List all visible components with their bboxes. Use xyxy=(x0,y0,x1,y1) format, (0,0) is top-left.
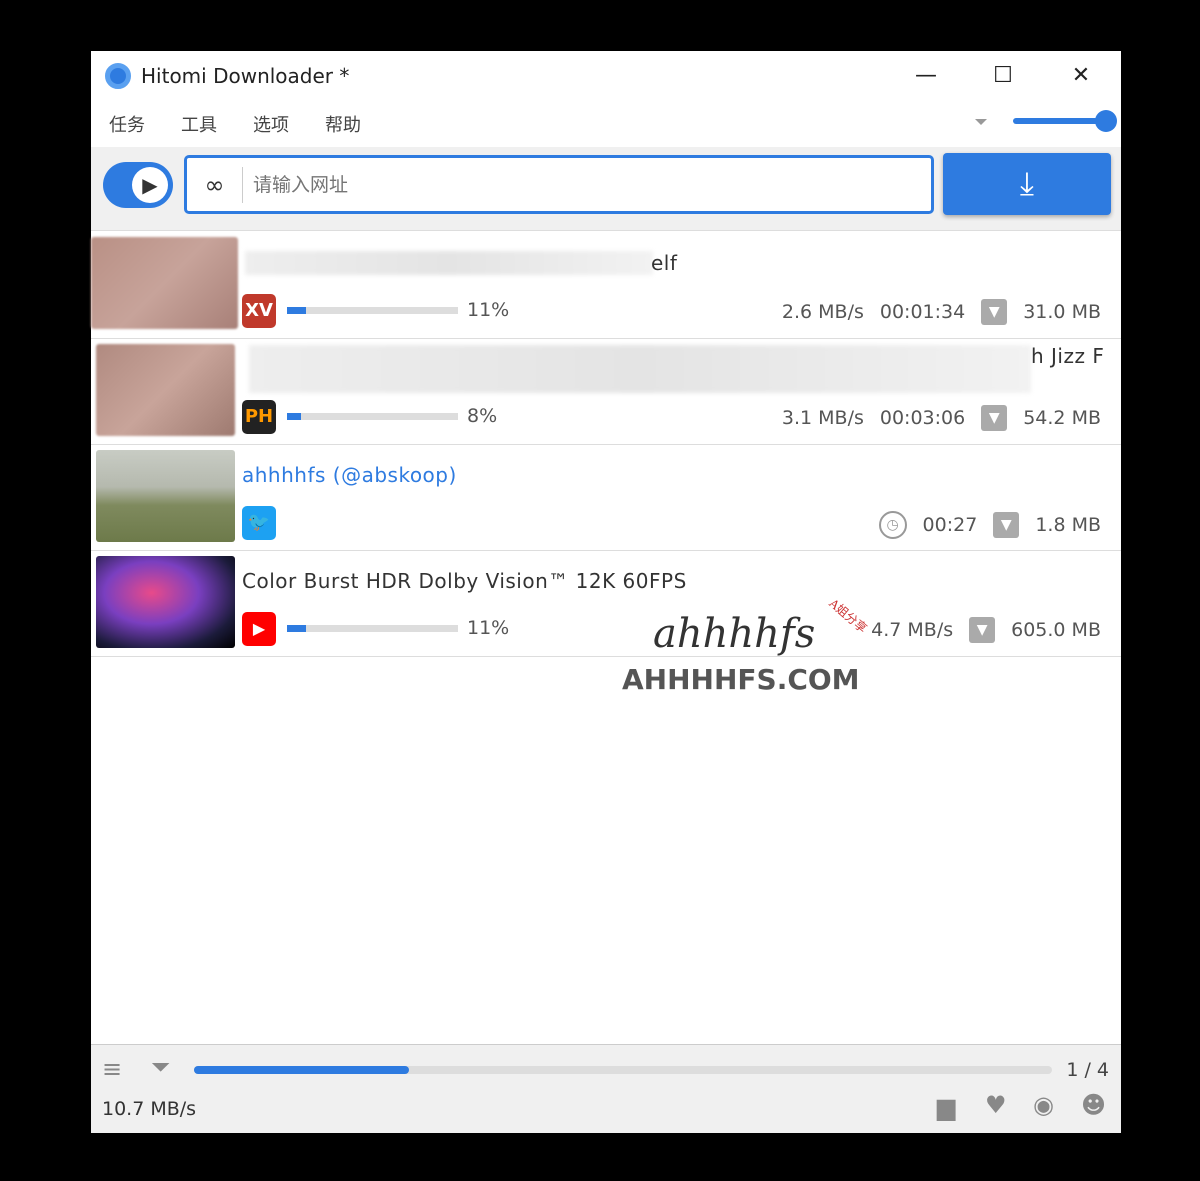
filter-icon[interactable]: ⏷ xyxy=(151,1053,170,1081)
task-row[interactable]: Color Burst HDR Dolby Vision™ 12K 60FPS … xyxy=(91,551,1121,657)
speed: 2.6 MB/s xyxy=(781,301,864,323)
menu-help[interactable]: 帮助 xyxy=(325,111,361,137)
size: 54.2 MB xyxy=(1023,407,1101,429)
task-title: Color Burst HDR Dolby Vision™ 12K 60FPS xyxy=(242,569,687,593)
app-window: Hitomi Downloader * — ☐ ✕ 任务 工具 选项 帮助 ▶ … xyxy=(91,51,1121,1133)
pornhub-icon: PH xyxy=(242,400,276,434)
eta: 00:27 xyxy=(922,514,978,536)
task-title: elf xyxy=(651,251,678,275)
menu-task[interactable]: 任务 xyxy=(109,111,145,137)
title-bar: Hitomi Downloader * — ☐ ✕ xyxy=(91,51,1121,101)
close-button[interactable]: ✕ xyxy=(1061,61,1101,91)
progress-label: 11% xyxy=(467,299,510,321)
total-speed: 10.7 MB/s xyxy=(102,1098,197,1120)
play-toggle[interactable]: ▶ xyxy=(103,162,173,208)
youtube-icon: ▶ xyxy=(242,612,276,646)
window-title: Hitomi Downloader * xyxy=(141,64,350,88)
discord-icon[interactable]: ☻ xyxy=(1081,1091,1106,1119)
size: 1.8 MB xyxy=(1035,514,1101,536)
thumbnail xyxy=(91,237,238,329)
url-input[interactable] xyxy=(253,173,853,196)
task-title[interactable]: ahhhhfs (@abskoop) xyxy=(242,463,457,487)
thumbnail xyxy=(96,450,235,542)
speed: 4.7 MB/s xyxy=(871,619,954,641)
status-bar: ≡ ⏷ 1 / 4 10.7 MB/s ▆ ♥ ◉ ☻ xyxy=(91,1044,1121,1133)
app-logo-icon xyxy=(105,63,131,89)
progress-label: 11% xyxy=(467,617,510,639)
menu-options[interactable]: 选项 xyxy=(253,111,289,137)
heart-icon[interactable]: ♥ xyxy=(985,1091,1007,1119)
menu-tools[interactable]: 工具 xyxy=(181,111,217,137)
play-icon: ▶ xyxy=(132,167,168,203)
toolbar: ▶ ∞ ⤓ xyxy=(91,147,1121,231)
link-icon: ∞ xyxy=(187,166,243,203)
eta: 00:01:34 xyxy=(879,301,966,323)
overall-progress-bar xyxy=(194,1066,1052,1074)
menu-bar: 任务 工具 选项 帮助 xyxy=(91,101,1121,147)
minimize-button[interactable]: — xyxy=(906,61,946,91)
disk-icon: ▼ xyxy=(993,512,1020,538)
blurred-title xyxy=(249,345,1031,393)
disk-icon: ▼ xyxy=(969,617,996,643)
progress-bar xyxy=(287,625,458,632)
speed: 3.1 MB/s xyxy=(781,407,864,429)
eta: 00:03:06 xyxy=(879,407,966,429)
url-field[interactable]: ∞ xyxy=(184,155,934,214)
task-title: h Jizz F xyxy=(1031,344,1105,368)
disk-icon: ▼ xyxy=(981,405,1008,431)
watermark-logo: ahhhhfs xyxy=(653,611,816,657)
progress-bar xyxy=(287,307,458,314)
watermark-site: AHHHHFS.COM xyxy=(622,663,860,696)
folder-icon[interactable]: ▆ xyxy=(937,1093,955,1121)
twitter-icon: 🐦 xyxy=(242,506,276,540)
volume-slider[interactable] xyxy=(1013,110,1117,132)
task-row[interactable]: ahhhhfs (@abskoop) 🐦 ◷ 00:27 ▼ 1.8 MB xyxy=(91,445,1121,551)
size: 605.0 MB xyxy=(1011,619,1101,641)
progress-bar xyxy=(287,413,458,420)
task-row[interactable]: elf XV 11% 2.6 MB/s 00:01:34 ▼ 31.0 MB xyxy=(91,233,1121,339)
blurred-title xyxy=(245,251,653,275)
dropdown-arrow-icon[interactable] xyxy=(975,119,987,125)
disk-icon: ▼ xyxy=(981,299,1008,325)
task-row[interactable]: h Jizz F PH 8% 3.1 MB/s 00:03:06 ▼ 54.2 MB xyxy=(91,339,1121,445)
task-count: 1 / 4 xyxy=(1066,1059,1109,1081)
size: 31.0 MB xyxy=(1023,301,1101,323)
sort-icon[interactable]: ≡ xyxy=(102,1055,122,1083)
slider-handle[interactable] xyxy=(1095,110,1117,132)
maximize-button[interactable]: ☐ xyxy=(983,61,1023,91)
download-button[interactable]: ⤓ xyxy=(943,153,1111,215)
thumbnail xyxy=(96,556,235,648)
github-icon[interactable]: ◉ xyxy=(1033,1091,1054,1119)
clock-icon: ◷ xyxy=(878,511,907,539)
xvideos-icon: XV xyxy=(242,294,276,328)
thumbnail xyxy=(96,344,235,436)
progress-label: 8% xyxy=(467,405,498,427)
